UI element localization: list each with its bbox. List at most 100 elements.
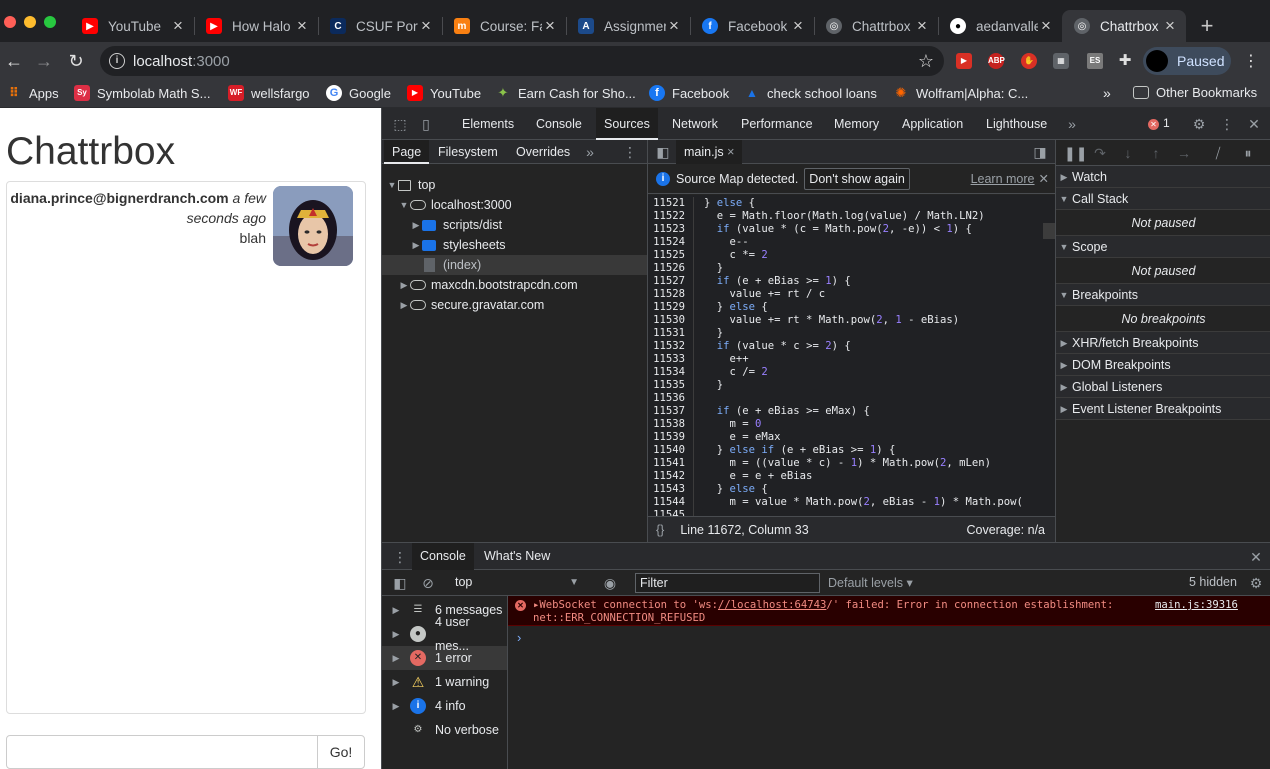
bookmark-google[interactable]: G Google bbox=[326, 85, 391, 101]
browser-tab[interactable]: ▶ YouTube × bbox=[70, 10, 194, 42]
section-dom-breakpoints[interactable]: ▶ DOM Breakpoints bbox=[1056, 354, 1270, 376]
new-tab-button[interactable]: + bbox=[1196, 12, 1218, 40]
reload-button[interactable]: ↻ bbox=[64, 49, 88, 73]
line-number[interactable]: 11527 bbox=[648, 275, 693, 288]
extension-red-icon[interactable]: ▶ bbox=[956, 53, 972, 69]
eye-icon[interactable]: ◉ bbox=[602, 575, 618, 591]
tab-console[interactable]: Console bbox=[528, 108, 590, 140]
address-bar[interactable]: i localhost:3000 ☆ bbox=[100, 46, 944, 76]
console-filter-input[interactable] bbox=[635, 573, 820, 593]
close-icon[interactable]: × bbox=[914, 16, 930, 36]
drawer-tab-whats-new[interactable]: What's New bbox=[476, 543, 558, 570]
error-count-badge[interactable]: ✕ 1 bbox=[1148, 116, 1170, 130]
close-icon[interactable]: × bbox=[727, 145, 734, 159]
console-sidebar-toggle-icon[interactable]: ◧ bbox=[392, 575, 408, 591]
tab-performance[interactable]: Performance bbox=[733, 108, 821, 140]
console-prompt-icon[interactable]: › bbox=[517, 630, 521, 645]
console-error-message[interactable]: ✕ ▸WebSocket connection to 'ws://localho… bbox=[508, 596, 1270, 626]
context-selector[interactable]: top ▼ bbox=[449, 572, 585, 593]
editor-tab-main-js[interactable]: main.js × bbox=[676, 140, 743, 164]
line-number[interactable]: 11545 bbox=[648, 509, 693, 516]
section-breakpoints[interactable]: ▼ Breakpoints bbox=[1056, 284, 1270, 306]
close-devtools-icon[interactable]: ✕ bbox=[1246, 116, 1262, 132]
line-number[interactable]: 11526 bbox=[648, 262, 693, 275]
tab-elements[interactable]: Elements bbox=[454, 108, 522, 140]
maximize-window-button[interactable] bbox=[44, 16, 56, 28]
tree-item-scripts-dist[interactable]: ▶ scripts/dist bbox=[410, 215, 503, 235]
close-icon[interactable]: × bbox=[170, 16, 186, 36]
other-bookmarks[interactable]: Other Bookmarks bbox=[1133, 85, 1257, 100]
bookmark-facebook[interactable]: f Facebook bbox=[649, 85, 729, 101]
inspect-element-icon[interactable]: ⬚ bbox=[392, 116, 408, 132]
drawer-tab-console[interactable]: Console bbox=[412, 543, 474, 570]
line-number[interactable]: 11524 bbox=[648, 236, 693, 249]
line-number[interactable]: 11540 bbox=[648, 444, 693, 457]
console-filter-verbose[interactable]: ⚙ No verbose bbox=[382, 718, 507, 742]
close-icon[interactable]: × bbox=[1162, 16, 1178, 36]
line-number[interactable]: 11537 bbox=[648, 405, 693, 418]
line-number[interactable]: 11523 bbox=[648, 223, 693, 236]
close-drawer-icon[interactable]: ✕ bbox=[1248, 549, 1264, 565]
line-number[interactable]: 11522 bbox=[648, 210, 693, 223]
bookmark-star-icon[interactable]: ☆ bbox=[918, 51, 934, 72]
tab-page[interactable]: Page bbox=[384, 140, 430, 164]
line-number[interactable]: 11529 bbox=[648, 301, 693, 314]
line-number[interactable]: 11532 bbox=[648, 340, 693, 353]
pause-icon[interactable]: ❚❚ bbox=[1064, 145, 1087, 161]
line-number[interactable]: 11538 bbox=[648, 418, 693, 431]
browser-tab[interactable]: f Facebook × bbox=[690, 10, 814, 42]
section-xhr-breakpoints[interactable]: ▶ XHR/fetch Breakpoints bbox=[1056, 332, 1270, 354]
send-button[interactable]: Go! bbox=[317, 735, 365, 769]
bookmark-wolfram[interactable]: ✺ Wolfram|Alpha: C... bbox=[893, 85, 1029, 101]
bookmark-earn-cash[interactable]: ✦ Earn Cash for Sho... bbox=[495, 85, 636, 101]
tree-item-maxcdn[interactable]: ▶ maxcdn.bootstrapcdn.com bbox=[398, 275, 578, 295]
line-number[interactable]: 11541 bbox=[648, 457, 693, 470]
step-over-icon[interactable]: ↷ bbox=[1092, 145, 1108, 161]
step-into-icon[interactable]: ↓ bbox=[1120, 145, 1136, 161]
forward-button[interactable]: → bbox=[32, 49, 56, 73]
toggle-debugger-icon[interactable]: ◨ bbox=[1032, 144, 1048, 160]
line-number-gutter[interactable]: 11521 11522 11523 11524 11525 11526 11527 11528… bbox=[648, 197, 694, 516]
browser-tab[interactable]: ◎ Chattrbox × bbox=[814, 10, 938, 42]
line-number[interactable]: 11525 bbox=[648, 249, 693, 262]
profile-button[interactable]: Paused bbox=[1143, 47, 1231, 75]
section-scope[interactable]: ▼ Scope bbox=[1056, 236, 1270, 258]
scrollbar[interactable] bbox=[1043, 223, 1055, 239]
line-number[interactable]: 11539 bbox=[648, 431, 693, 444]
drawer-menu-icon[interactable]: ⋮ bbox=[392, 549, 408, 565]
chrome-menu-icon[interactable]: ⋮ bbox=[1243, 51, 1259, 71]
close-icon[interactable]: × bbox=[294, 16, 310, 36]
section-watch[interactable]: ▶ Watch bbox=[1056, 166, 1270, 188]
tree-item-gravatar[interactable]: ▶ secure.gravatar.com bbox=[398, 295, 545, 315]
browser-tab[interactable]: m Course: Fa × bbox=[442, 10, 566, 42]
device-toolbar-icon[interactable]: ▯ bbox=[418, 116, 434, 132]
line-number[interactable]: 11531 bbox=[648, 327, 693, 340]
more-navigator-tabs-icon[interactable]: » bbox=[582, 144, 598, 160]
tab-sources[interactable]: Sources bbox=[596, 108, 658, 140]
line-number[interactable]: 11542 bbox=[648, 470, 693, 483]
pretty-print-icon[interactable]: {} bbox=[656, 523, 664, 537]
browser-tab[interactable]: A Assignmer × bbox=[566, 10, 690, 42]
browser-tab[interactable]: C CSUF Port × bbox=[318, 10, 442, 42]
more-tabs-icon[interactable]: » bbox=[1064, 116, 1080, 132]
line-number[interactable]: 11536 bbox=[648, 392, 693, 405]
step-out-icon[interactable]: ↑ bbox=[1148, 145, 1164, 161]
step-icon[interactable]: → bbox=[1176, 145, 1192, 161]
back-button[interactable]: ← bbox=[2, 49, 26, 73]
message-input[interactable] bbox=[6, 735, 318, 769]
close-icon[interactable]: × bbox=[1038, 16, 1054, 36]
browser-tab-active[interactable]: ◎ Chattrbox × bbox=[1062, 10, 1186, 42]
line-number[interactable]: 11543 bbox=[648, 483, 693, 496]
close-icon[interactable]: ✕ bbox=[1039, 171, 1049, 186]
line-number[interactable]: 11521 bbox=[648, 197, 693, 210]
navigator-menu-icon[interactable]: ⋮ bbox=[622, 144, 638, 160]
console-filter-warnings[interactable]: ▶ ⚠ 1 warning bbox=[382, 670, 507, 694]
section-global-listeners[interactable]: ▶ Global Listeners bbox=[1056, 376, 1270, 398]
puzzle-extensions-icon[interactable]: ✚ bbox=[1117, 53, 1133, 69]
devtools-menu-icon[interactable]: ⋮ bbox=[1219, 116, 1235, 132]
tab-filesystem[interactable]: Filesystem bbox=[430, 140, 506, 164]
pause-on-exceptions-icon[interactable]: ⏸ bbox=[1240, 145, 1256, 161]
close-icon[interactable]: × bbox=[542, 16, 558, 36]
bookmark-school-loans[interactable]: ▲ check school loans bbox=[744, 85, 877, 101]
tree-item-index[interactable]: (index) bbox=[382, 255, 647, 275]
